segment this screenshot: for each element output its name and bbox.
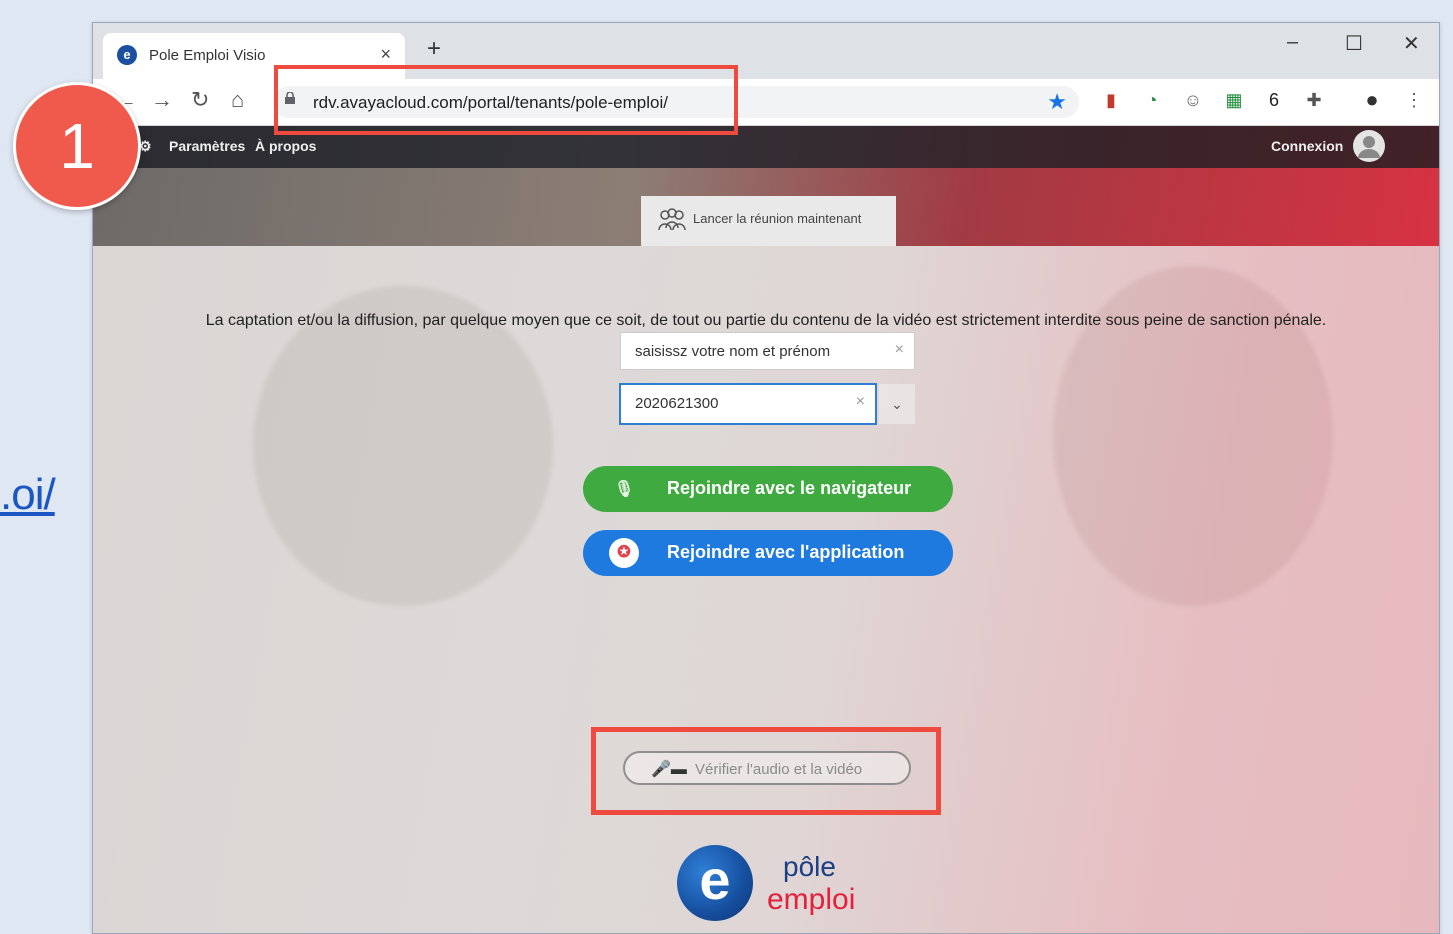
- reload-icon[interactable]: ↻: [191, 87, 209, 113]
- microphone-camera-icon: 🎙: [613, 481, 635, 498]
- join-browser-button[interactable]: 🎙 Rejoindre avec le navigateur: [583, 466, 953, 512]
- side-url-link[interactable]: .oi/: [0, 470, 56, 520]
- new-tab-button[interactable]: +: [427, 37, 441, 61]
- close-window-button[interactable]: ✕: [1403, 31, 1420, 56]
- launch-meeting-label: Lancer la réunion maintenant: [693, 211, 862, 226]
- logo-text-emploi: emploi: [767, 883, 856, 916]
- forward-icon[interactable]: →: [151, 87, 173, 113]
- ext-translate-icon[interactable]: ◔: [1141, 89, 1163, 111]
- launch-meeting-tab[interactable]: Lancer la réunion maintenant: [641, 196, 896, 246]
- join-app-label: Rejoindre avec l'application: [667, 542, 905, 562]
- join-browser-label: Rejoindre avec le navigateur: [667, 478, 912, 498]
- pole-emploi-logo: e pôle emploi: [677, 841, 857, 933]
- profile-icon[interactable]: ●: [1361, 89, 1383, 111]
- name-input[interactable]: saisissz votre nom et prénom ×: [620, 332, 915, 370]
- tab-title: Pole Emploi Visio: [149, 47, 266, 64]
- home-icon[interactable]: ⌂: [231, 87, 244, 113]
- user-avatar-icon[interactable]: [1353, 130, 1385, 162]
- ext-flame-icon[interactable]: 6: [1263, 89, 1285, 111]
- check-av-highlight-box: [591, 727, 941, 815]
- logo-e-circle: e: [677, 845, 753, 921]
- url-highlight-box: [274, 65, 738, 135]
- pole-emploi-favicon-icon: e: [117, 45, 137, 65]
- ext-chart-icon[interactable]: ▮: [1100, 89, 1122, 111]
- bookmark-star-icon[interactable]: ★: [1047, 89, 1067, 115]
- about-link[interactable]: À propos: [255, 138, 316, 154]
- maximize-button[interactable]: ☐: [1345, 31, 1363, 56]
- meeting-id-dropdown-chevron-icon[interactable]: ⌄: [879, 384, 915, 424]
- minimize-button[interactable]: –: [1287, 31, 1298, 54]
- menu-icon[interactable]: ⋮: [1403, 89, 1425, 111]
- tab-close-icon[interactable]: ×: [380, 44, 391, 65]
- logo-text-pole: pôle: [783, 851, 836, 882]
- clear-name-icon[interactable]: ×: [895, 341, 904, 359]
- ext-grid-icon[interactable]: ▦: [1223, 89, 1245, 111]
- step-number-badge: 1: [13, 82, 141, 210]
- extensions-puzzle-icon[interactable]: ✚: [1303, 89, 1325, 111]
- clear-meeting-id-icon[interactable]: ×: [856, 393, 865, 411]
- join-app-button[interactable]: ✪ Rejoindre avec l'application: [583, 530, 953, 576]
- background-photo-person-left: [253, 286, 553, 606]
- meeting-id-value: 2020621300: [635, 395, 719, 412]
- ext-smiley-icon[interactable]: ☺: [1182, 89, 1204, 111]
- app-people-icon: ✪: [609, 538, 639, 568]
- people-group-icon: [658, 208, 686, 231]
- login-link[interactable]: Connexion: [1271, 138, 1343, 154]
- settings-link[interactable]: Paramètres: [169, 138, 245, 154]
- name-input-value: saisissz votre nom et prénom: [635, 343, 831, 360]
- meeting-id-input[interactable]: 2020621300 ×: [619, 383, 877, 425]
- legal-notice: La captation et/ou la diffusion, par que…: [205, 312, 1327, 329]
